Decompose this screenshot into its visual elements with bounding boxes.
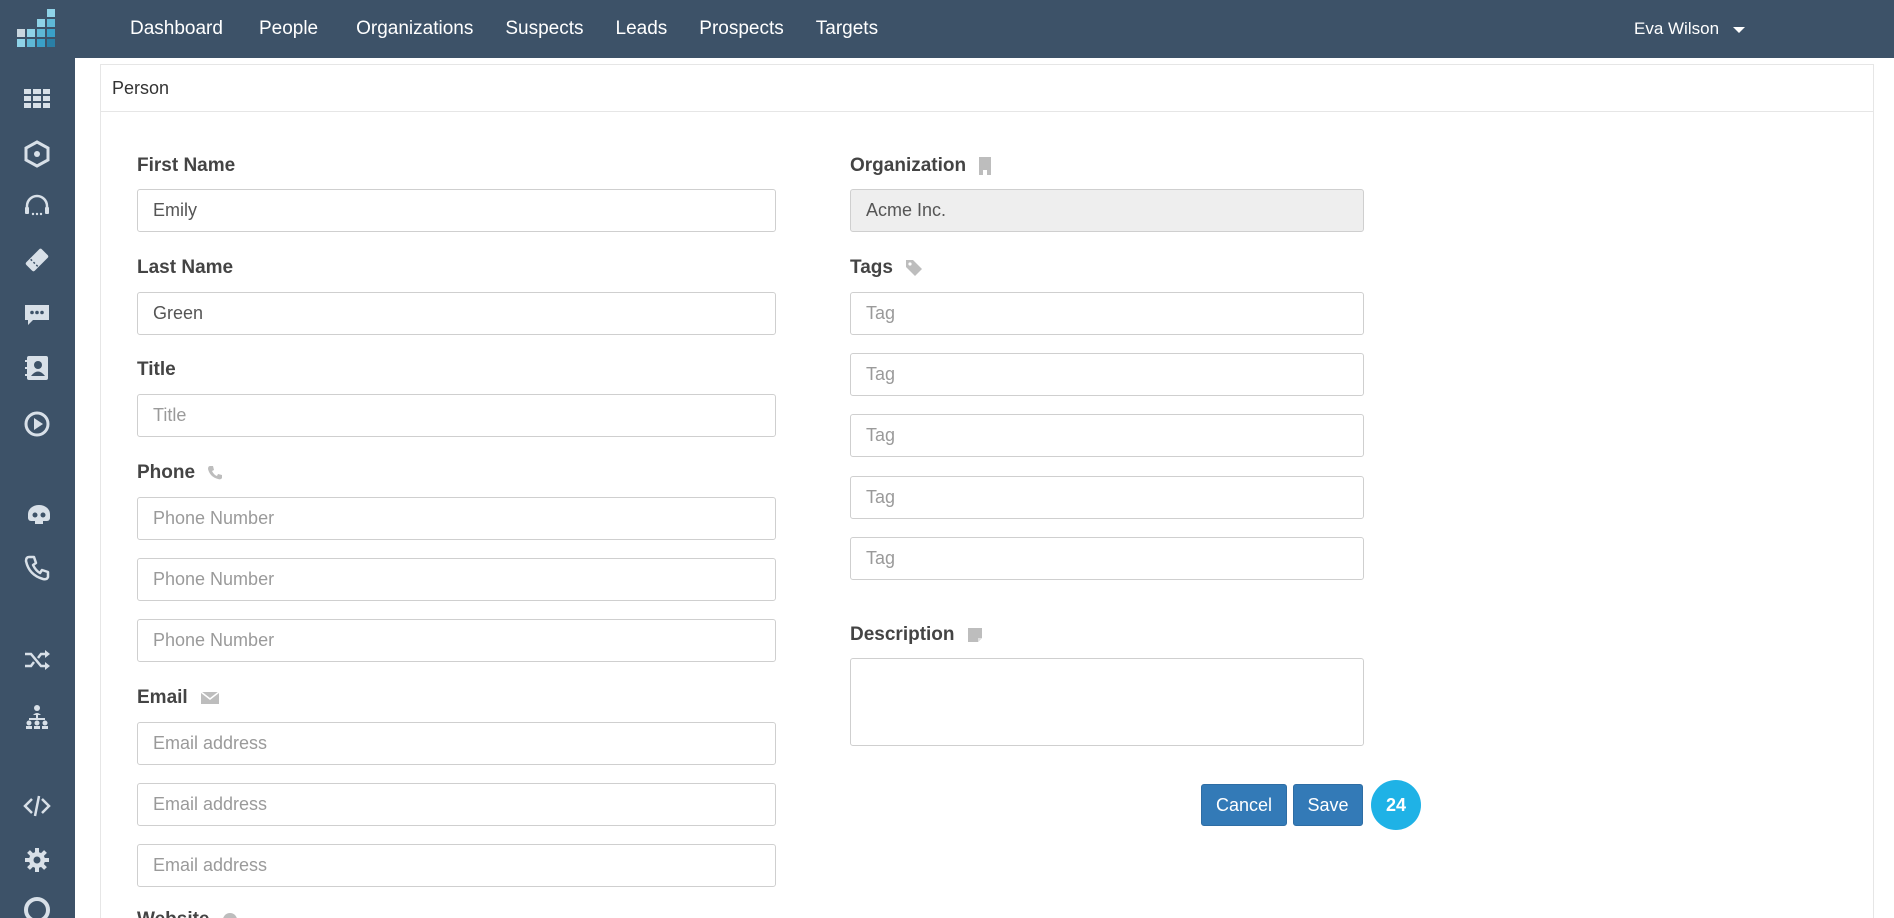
phone-label-text: Phone bbox=[137, 462, 196, 483]
envelope-icon bbox=[200, 691, 220, 704]
last-name-input[interactable] bbox=[137, 292, 776, 335]
email-label: Email bbox=[137, 686, 220, 710]
tag-input-4[interactable] bbox=[850, 476, 1364, 519]
shuffle-icon[interactable] bbox=[21, 644, 53, 676]
main-nav: Dashboard People Organizations Suspects … bbox=[130, 0, 878, 58]
email-input-3[interactable] bbox=[137, 844, 776, 887]
note-icon bbox=[967, 628, 982, 642]
lifebuoy-icon[interactable] bbox=[21, 894, 53, 918]
email-input-1[interactable] bbox=[137, 722, 776, 765]
phone-input-2[interactable] bbox=[137, 558, 776, 601]
organization-label: Organization bbox=[850, 154, 992, 178]
grid-icon[interactable] bbox=[21, 82, 53, 114]
tags-label: Tags bbox=[850, 256, 923, 280]
title-input[interactable] bbox=[137, 394, 776, 437]
sidebar bbox=[0, 58, 75, 918]
notification-badge[interactable]: 24 bbox=[1371, 780, 1421, 830]
chat-icon[interactable] bbox=[21, 298, 53, 330]
play-icon[interactable] bbox=[21, 408, 53, 440]
building-icon bbox=[979, 157, 992, 175]
chevron-down-icon bbox=[1733, 27, 1746, 33]
hexagon-icon[interactable] bbox=[21, 138, 53, 170]
first-name-input[interactable] bbox=[137, 189, 776, 232]
tag-input-2[interactable] bbox=[850, 353, 1364, 396]
contacts-icon[interactable] bbox=[21, 352, 53, 384]
tag-input-3[interactable] bbox=[850, 414, 1364, 457]
user-name: Eva Wilson bbox=[1634, 19, 1720, 38]
bot-icon[interactable] bbox=[23, 498, 55, 530]
organization-label-text: Organization bbox=[850, 155, 967, 176]
globe-icon bbox=[222, 913, 237, 918]
nav-organizations[interactable]: Organizations bbox=[356, 18, 473, 40]
org-chart-icon[interactable] bbox=[21, 700, 53, 732]
logo-icon[interactable] bbox=[17, 9, 59, 51]
cancel-button[interactable]: Cancel bbox=[1201, 784, 1287, 826]
description-label-text: Description bbox=[850, 624, 955, 645]
title-label: Title bbox=[137, 359, 176, 380]
phone-icon bbox=[208, 466, 223, 480]
nav-dashboard[interactable]: Dashboard bbox=[130, 18, 223, 40]
nav-people[interactable]: People bbox=[259, 18, 318, 40]
email-input-2[interactable] bbox=[137, 783, 776, 826]
save-button[interactable]: Save bbox=[1293, 784, 1363, 826]
tag-icon bbox=[905, 260, 922, 276]
code-icon[interactable] bbox=[21, 790, 53, 822]
nav-suspects[interactable]: Suspects bbox=[505, 18, 583, 40]
last-name-label: Last Name bbox=[137, 257, 234, 278]
top-navbar: Dashboard People Organizations Suspects … bbox=[0, 0, 1894, 58]
tag-input-5[interactable] bbox=[850, 537, 1364, 580]
phone-input-3[interactable] bbox=[137, 619, 776, 662]
phone-input-1[interactable] bbox=[137, 497, 776, 540]
email-label-text: Email bbox=[137, 687, 188, 708]
phone-label: Phone bbox=[137, 461, 223, 485]
headset-icon[interactable] bbox=[21, 190, 53, 222]
website-label: Website bbox=[137, 908, 238, 918]
nav-targets[interactable]: Targets bbox=[816, 18, 878, 40]
nav-prospects[interactable]: Prospects bbox=[699, 18, 783, 40]
panel-title: Person bbox=[101, 65, 1873, 112]
nav-leads[interactable]: Leads bbox=[616, 18, 668, 40]
website-label-text: Website bbox=[137, 909, 210, 918]
gear-icon[interactable] bbox=[21, 844, 53, 876]
tag-input-1[interactable] bbox=[850, 292, 1364, 335]
description-label: Description bbox=[850, 623, 983, 647]
phone-icon[interactable] bbox=[21, 552, 53, 584]
ticket-icon[interactable] bbox=[21, 244, 53, 276]
organization-input bbox=[850, 189, 1364, 232]
description-textarea[interactable] bbox=[850, 658, 1364, 746]
user-menu[interactable]: Eva Wilson bbox=[1634, 0, 1746, 58]
first-name-label: First Name bbox=[137, 155, 236, 176]
tags-label-text: Tags bbox=[850, 257, 893, 278]
